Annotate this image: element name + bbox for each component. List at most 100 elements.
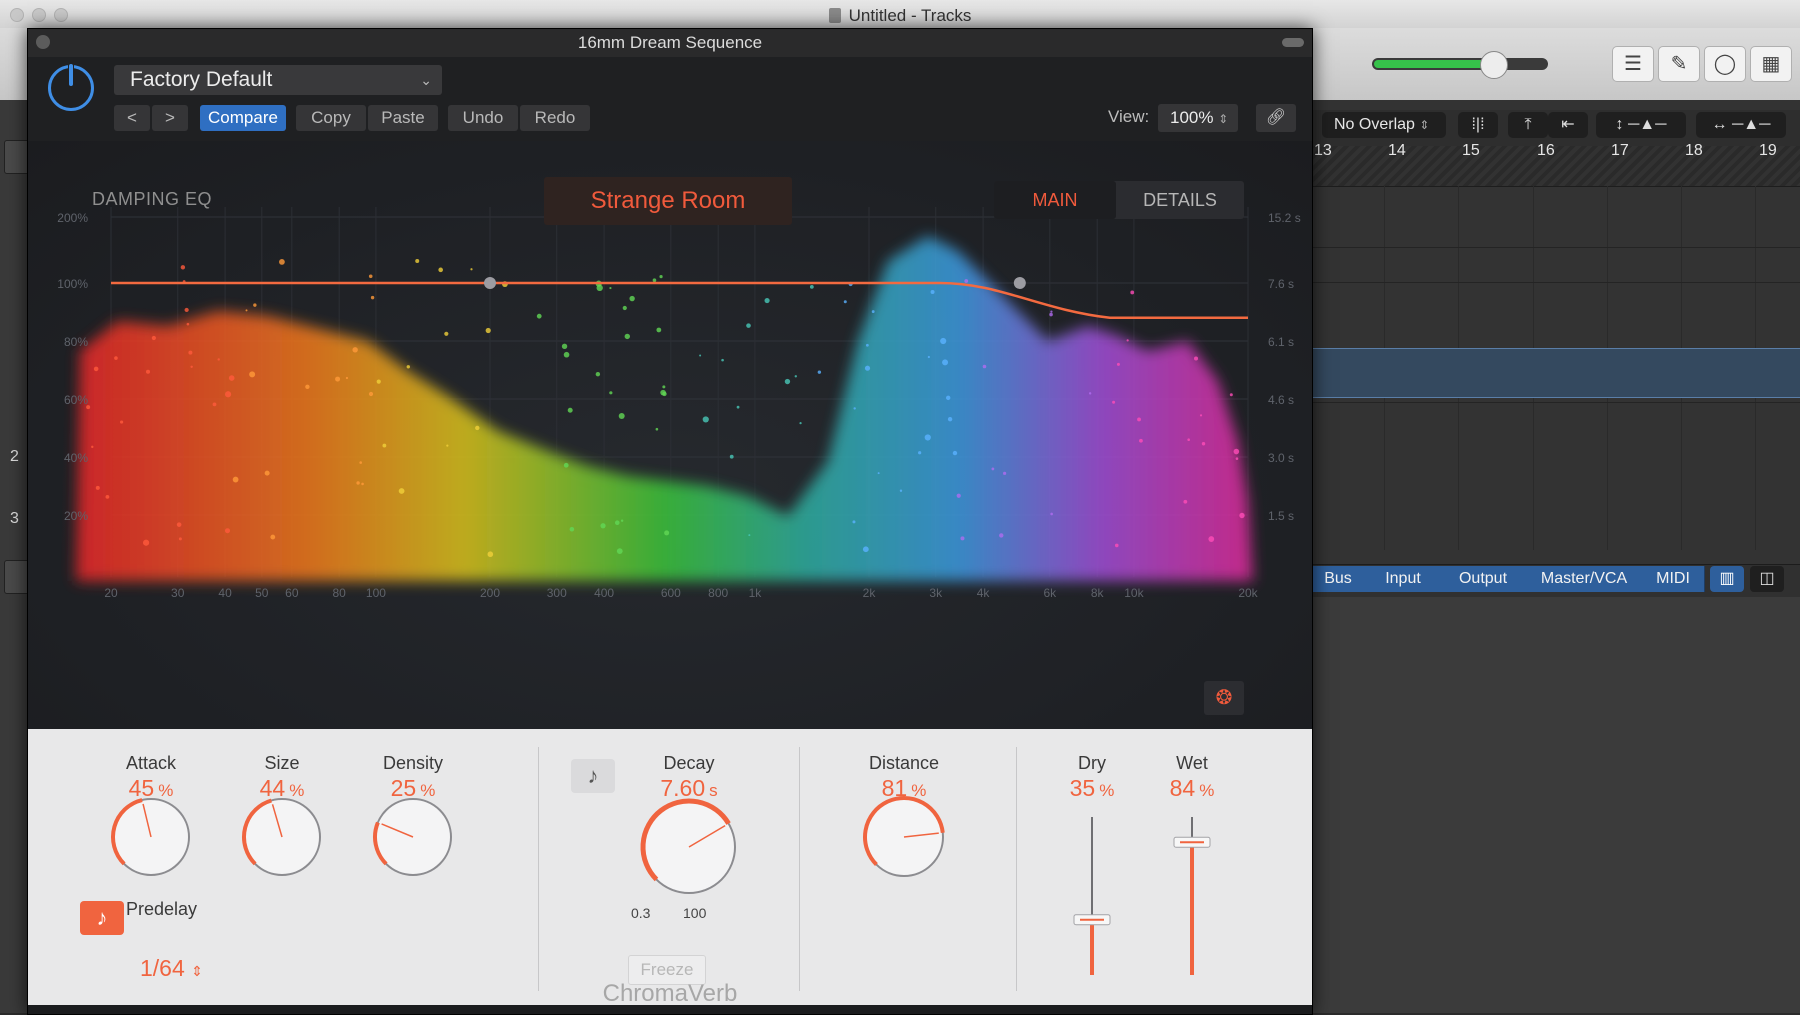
selected-track-lane[interactable] [1310, 348, 1800, 398]
size-value-number: 44 [259, 775, 286, 801]
y-right-tick: 3.0 s [1268, 451, 1294, 465]
spectrum-particle [595, 371, 601, 377]
decay-sync-note-icon[interactable]: ♪ [571, 759, 615, 793]
mixer-area [1310, 597, 1800, 1013]
spectrum-particle [95, 485, 100, 490]
eq-graph[interactable]: 200% 15.2 s 100% 7.6 s 80% 6.1 s 60% 4.6 s 40% 3.… [28, 141, 1312, 729]
product-name: ChromaVerb [602, 980, 738, 1007]
master-volume-thumb[interactable] [1480, 51, 1508, 79]
ruler-bar-number: 16 [1537, 142, 1555, 159]
vertical-fit-icon[interactable]: ⤒ [1508, 112, 1548, 138]
spectrum-particle [487, 551, 494, 558]
plugin-titlebar[interactable]: 16mm Dream Sequence [28, 29, 1312, 57]
spectrum-particle [1239, 512, 1245, 519]
spectrum-particle [1199, 414, 1203, 417]
eq-node-low[interactable] [484, 277, 496, 289]
spectrum-particle [567, 407, 573, 413]
spectrum-particle [930, 289, 935, 294]
mixer-tab-input[interactable]: Input [1366, 566, 1441, 592]
mixer-tab-bus[interactable]: Bus [1310, 566, 1367, 592]
horizontal-fit-icon[interactable]: ⇤ [1548, 112, 1588, 138]
distance-value-number: 81 [881, 775, 908, 801]
view-zoom-select[interactable]: 100% ⇕ [1158, 104, 1238, 132]
redo-button[interactable]: Redo [520, 105, 590, 131]
spectrum-particle [817, 370, 822, 374]
x-tick: 10k [1124, 586, 1144, 600]
spectrum-particle [862, 546, 869, 553]
spectrum-particle [569, 526, 575, 532]
host-left-strip [0, 100, 29, 1013]
predelay-sync-note-icon[interactable]: ♪ [80, 901, 124, 935]
eq-display[interactable]: 200% 15.2 s 100% 7.6 s 80% 6.1 s 60% 4.6 s 40% 3.… [28, 141, 1312, 729]
waveform-zoom-icon[interactable]: ⁞|⁞ [1458, 112, 1498, 138]
spectrum-particle [376, 379, 381, 384]
power-icon[interactable] [48, 62, 94, 111]
spectrum-particle [382, 443, 387, 448]
attack-label: Attack [125, 753, 177, 773]
spectrum-particle [616, 548, 623, 555]
x-tick: 1k [749, 586, 763, 600]
vertical-zoom-slider[interactable]: ↕ ─▲─ [1596, 112, 1686, 138]
notepad-icon[interactable]: ✎ [1658, 46, 1700, 82]
y-left-tick: 100% [57, 277, 88, 291]
overlap-mode-select[interactable]: No Overlap ⇕ [1322, 112, 1446, 138]
loop-browser-icon[interactable]: ◯ [1704, 46, 1746, 82]
particle-settings-icon[interactable]: ❂ [1204, 681, 1244, 715]
paste-button[interactable]: Paste [368, 105, 438, 131]
spectrum-particle [927, 355, 930, 359]
link-icon[interactable]: 🔗︎ [1256, 104, 1296, 132]
mixer-tab-master-vca[interactable]: Master/VCA [1526, 566, 1643, 592]
host-window-title: Untitled - Tracks [848, 6, 972, 25]
spectrum-particle [940, 337, 947, 345]
mixer-tab-output[interactable]: Output [1440, 566, 1527, 592]
browser-icon[interactable]: ▦ [1750, 46, 1792, 82]
tab-details[interactable]: DETAILS [1116, 181, 1244, 219]
room-type-select[interactable]: Strange Room [544, 177, 792, 225]
horizontal-zoom-slider[interactable]: ↔ ─▲─ [1696, 112, 1786, 138]
predelay-value[interactable]: 1/64 ⇕ [140, 955, 203, 982]
tab-main[interactable]: MAIN [994, 181, 1116, 219]
y-right-tick: 15.2 s [1268, 211, 1301, 225]
y-left-tick: 20% [64, 509, 88, 523]
spectrum-particle [1183, 499, 1188, 504]
preset-select[interactable]: Factory Default ⌄ [114, 65, 442, 95]
split-view-icon[interactable]: ◫ [1750, 566, 1784, 592]
spectrum-particle [600, 523, 606, 529]
updown-icon: ⇕ [191, 963, 203, 979]
spectrum-particle [438, 267, 443, 273]
size-label: Size [264, 753, 300, 773]
size-value: 44% [222, 775, 342, 802]
mixer-tab-midi[interactable]: MIDI [1642, 566, 1705, 592]
spectrum-particle [702, 416, 709, 423]
spectrum-particle [446, 444, 449, 447]
single-view-icon[interactable]: ▥ [1710, 566, 1744, 592]
bar-ruler[interactable] [1310, 146, 1800, 187]
list-editors-icon[interactable]: ☰ [1612, 46, 1654, 82]
spectrum-particle [746, 323, 751, 328]
eq-node-high[interactable] [1013, 277, 1026, 289]
undo-button[interactable]: Undo [448, 105, 518, 131]
document-icon [828, 8, 841, 23]
spectrum-particle [852, 520, 856, 524]
spectrum-particle [279, 258, 285, 265]
decay-unit: s [709, 781, 718, 800]
spectrum-particle [1088, 392, 1092, 395]
host-titlebar: Untitled - Tracks [0, 0, 1800, 29]
previous-preset-button[interactable]: < [114, 105, 150, 131]
compare-button[interactable]: Compare [200, 105, 286, 131]
spectrum-particle [270, 534, 276, 540]
spectrum-particle [228, 375, 235, 381]
dry-value-number: 35 [1069, 775, 1096, 801]
next-preset-button[interactable]: > [152, 105, 188, 131]
attack-value-number: 45 [128, 775, 155, 801]
x-tick: 3k [929, 586, 943, 600]
x-tick: 20k [1238, 586, 1258, 600]
copy-button[interactable]: Copy [296, 105, 366, 131]
spectrum-particle [946, 395, 951, 401]
track-number: 3 [10, 510, 19, 527]
chevron-down-icon: ⌄ [420, 72, 432, 88]
hide-header-button[interactable] [1282, 38, 1304, 47]
eq-curve[interactable] [111, 281, 1248, 320]
spectrum-particle [1050, 512, 1053, 516]
track-lane-divider [1310, 402, 1800, 403]
